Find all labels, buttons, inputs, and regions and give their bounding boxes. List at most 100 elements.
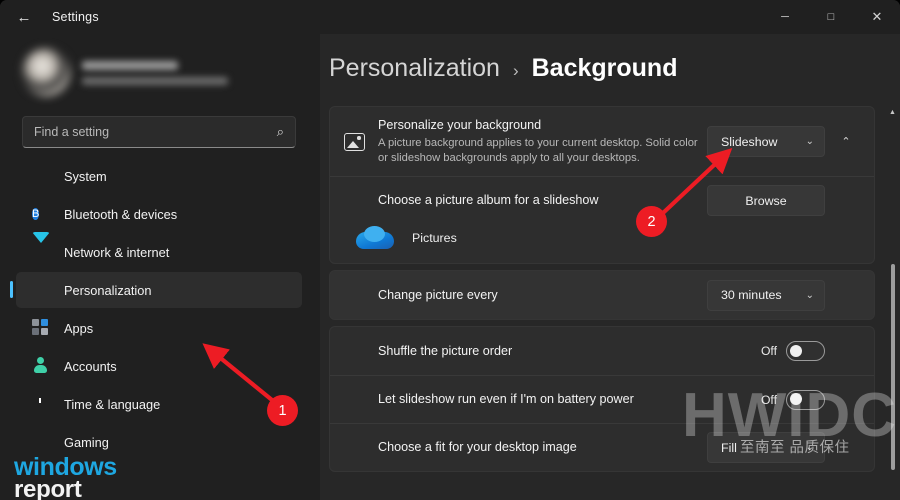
browse-button[interactable]: Browse (707, 185, 825, 216)
onedrive-icon (356, 226, 394, 249)
fit-row: Choose a fit for your desktop image Fill… (330, 423, 874, 471)
battery-toggle-wrap[interactable]: Off (760, 389, 825, 410)
change-interval-value: 30 minutes (721, 288, 782, 302)
sidebar-item-label: Time & language (64, 396, 161, 412)
close-button[interactable]: ✕ (854, 0, 900, 34)
person-icon (32, 357, 50, 375)
clock-icon (32, 395, 50, 413)
scrollbar-thumb[interactable] (890, 264, 895, 470)
sidebar-item-gaming[interactable]: Gaming (16, 424, 302, 460)
image-icon (344, 132, 365, 151)
gamepad-icon (32, 433, 50, 451)
sidebar-item-time-language[interactable]: Time & language (16, 386, 302, 422)
selected-album-row[interactable]: Pictures (330, 224, 874, 263)
battery-row: Let slideshow run even if I'm on battery… (330, 375, 874, 423)
page-title: Background (531, 54, 678, 82)
chevron-down-icon: ⌄ (805, 136, 814, 147)
scrollbar[interactable]: ▲ (887, 106, 898, 500)
sidebar-item-label: Gaming (64, 434, 109, 450)
fit-value: Fill (721, 440, 737, 455)
shuffle-state-label: Off (760, 344, 777, 358)
change-picture-every-row: Change picture every 30 minutes ⌄ (330, 271, 874, 319)
slideshow-options-card: Shuffle the picture order Off Let slides… (329, 326, 875, 472)
account-text (82, 59, 228, 85)
shuffle-row: Shuffle the picture order Off (330, 327, 874, 375)
browse-button-label: Browse (745, 193, 787, 208)
change-picture-every-card: Change picture every 30 minutes ⌄ (329, 270, 875, 320)
search-icon: ⌕ (276, 124, 284, 139)
search-input[interactable] (23, 125, 243, 139)
apps-icon (32, 319, 50, 337)
personalize-text: Personalize your background A picture ba… (378, 117, 707, 166)
search-box[interactable]: ⌕ (22, 116, 296, 148)
background-type-dropdown[interactable]: Slideshow ⌄ (707, 126, 825, 157)
expander-spacer (832, 386, 860, 414)
shuffle-toggle-wrap[interactable]: Off (761, 341, 825, 361)
breadcrumb: Personalization › Background (320, 34, 900, 83)
battery-state-label: Off (760, 392, 777, 407)
collapse-section-button[interactable]: ⌃ (832, 128, 860, 156)
avatar (22, 48, 70, 96)
monitor-icon (32, 167, 50, 185)
shuffle-label: Shuffle the picture order (378, 343, 513, 358)
sidebar-item-label: Personalization (64, 282, 152, 298)
account-tile[interactable] (0, 34, 320, 106)
expander-spacer (832, 281, 860, 309)
expander-spacer (832, 187, 860, 215)
shuffle-text: Shuffle the picture order (378, 343, 761, 360)
selected-album-name: Pictures (412, 230, 457, 245)
sidebar-item-label: Bluetooth & devices (64, 206, 178, 222)
annotation-badge-2: 2 (636, 206, 667, 237)
account-name-redacted (82, 61, 178, 70)
sidebar-item-label: Accounts (64, 358, 117, 374)
search-container: ⌕ (0, 106, 320, 148)
expander-spacer (832, 434, 860, 462)
sidebar-item-system[interactable]: System (16, 158, 302, 194)
personalize-description: A picture background applies to your cur… (378, 137, 698, 164)
expander-spacer (832, 337, 860, 365)
fit-label: Choose a fit for your desktop image (378, 440, 577, 454)
fit-text: Choose a fit for your desktop image (378, 439, 707, 456)
account-email-redacted (82, 77, 228, 85)
change-interval-dropdown[interactable]: 30 minutes ⌄ (707, 279, 825, 311)
personalize-background-row: Personalize your background A picture ba… (330, 107, 874, 176)
personalize-background-card: Personalize your background A picture ba… (329, 106, 875, 264)
sidebar-item-bluetooth-devices[interactable]: B Bluetooth & devices (16, 196, 302, 232)
settings-list: Personalize your background A picture ba… (329, 106, 875, 478)
back-arrow-icon: ← (16, 8, 32, 26)
settings-window: ← Settings ─ □ ✕ ⌕ System (0, 0, 900, 500)
scroll-up-arrow-icon[interactable]: ▲ (887, 106, 898, 118)
personalize-title: Personalize your background (378, 118, 542, 132)
wifi-icon (32, 232, 50, 261)
image-icon-wrap (344, 132, 378, 151)
battery-toggle[interactable] (786, 389, 825, 410)
back-button[interactable]: ← (8, 2, 40, 32)
sidebar-item-label: Network & internet (64, 244, 170, 260)
sidebar-item-label: System (64, 168, 107, 184)
main-content: Personalization › Background Personalize… (320, 34, 900, 500)
title-bar: ← Settings ─ □ ✕ (0, 0, 900, 34)
sidebar: ⌕ System B Bluetooth & devices Network &… (0, 34, 320, 500)
picture-album-row: Choose a picture album for a slideshow B… (330, 176, 874, 224)
chevron-down-icon: ⌄ (805, 289, 814, 301)
sidebar-item-label: Apps (64, 320, 94, 336)
fit-dropdown[interactable]: Fill ⌄ (707, 432, 825, 463)
maximize-button[interactable]: □ (808, 0, 854, 34)
battery-text: Let slideshow run even if I'm on battery… (378, 391, 761, 408)
change-every-label: Change picture every (378, 287, 498, 302)
battery-label: Let slideshow run even if I'm on battery… (378, 392, 634, 406)
brush-icon (32, 281, 50, 299)
chevron-right-icon: › (512, 61, 519, 80)
minimize-button[interactable]: ─ (762, 0, 808, 34)
sidebar-item-apps[interactable]: Apps (16, 310, 302, 346)
sidebar-item-personalization[interactable]: Personalization (10, 272, 302, 308)
window-controls: ─ □ ✕ (762, 0, 900, 34)
breadcrumb-parent[interactable]: Personalization (329, 54, 500, 83)
sidebar-item-network-internet[interactable]: Network & internet (16, 232, 302, 270)
bluetooth-icon: B (32, 208, 40, 220)
shuffle-toggle[interactable] (786, 341, 825, 361)
background-type-value: Slideshow (721, 134, 778, 149)
sidebar-item-accounts[interactable]: Accounts (16, 348, 302, 384)
annotation-badge-1: 1 (267, 395, 298, 426)
chevron-down-icon: ⌄ (805, 442, 814, 453)
